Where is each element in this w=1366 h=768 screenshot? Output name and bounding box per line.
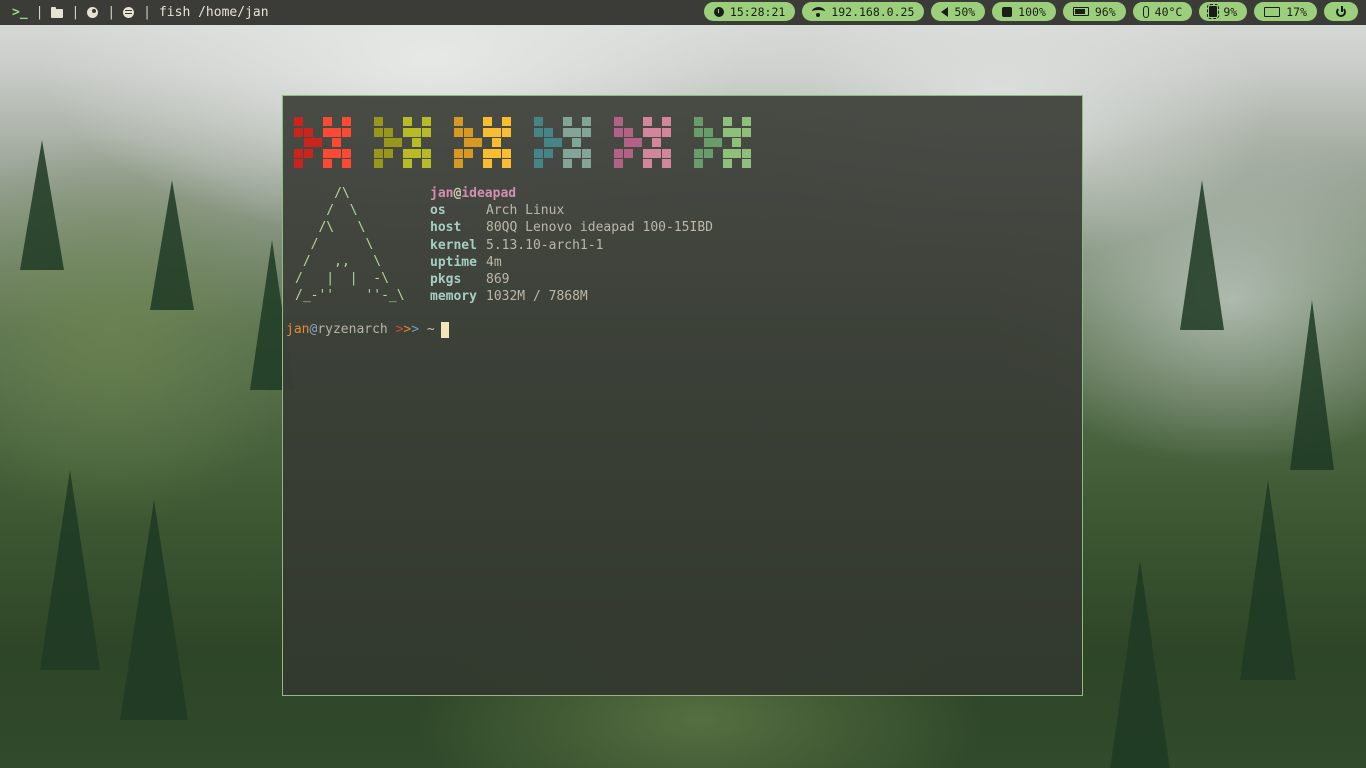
fetch-row: uptime 4m — [430, 254, 713, 271]
power-icon — [1336, 5, 1346, 17]
ip-text: 192.168.0.25 — [831, 4, 915, 19]
fetch-value: 869 — [486, 272, 510, 288]
fetch-key: uptime — [430, 254, 477, 270]
wallpaper-tree — [1180, 180, 1224, 330]
cpu-text: 100% — [1018, 4, 1046, 19]
clock-text: 15:28:21 — [729, 4, 786, 19]
prompt-cwd: ~ — [426, 322, 435, 337]
separator: | — [71, 5, 80, 20]
fetch-value: Arch Linux — [486, 203, 565, 219]
memory-text: 17% — [1286, 4, 1307, 19]
prompt-host: ryzenarch — [317, 322, 388, 337]
wallpaper-tree — [1290, 300, 1334, 470]
palette-block — [374, 117, 432, 169]
fetch-host: ideapad — [461, 186, 517, 201]
fetch-info: jan@ideapad os Arch Linux host 80QQ Lenovo… — [430, 185, 713, 305]
cpu-usage-text: 9% — [1223, 4, 1238, 19]
battery-text: 96% — [1094, 4, 1116, 19]
fetch-key: host — [430, 220, 462, 236]
network-module[interactable]: 192.168.0.25 — [802, 2, 925, 21]
fetch-row: kernel 5.13.10-arch1-1 — [430, 237, 713, 254]
shell-prompt[interactable]: jan @ ryzenarch > > > ~ — [286, 321, 449, 338]
temperature-text: 40°C — [1154, 4, 1183, 19]
memory-module[interactable]: 17% — [1254, 2, 1317, 21]
wallpaper-tree — [40, 470, 100, 670]
fetch-key: os — [430, 203, 446, 219]
clock-module[interactable]: 15:28:21 — [703, 2, 796, 21]
volume-text: 50% — [954, 4, 976, 19]
terminal-icon[interactable]: >_ — [12, 5, 28, 20]
fetch-key: memory — [430, 289, 477, 305]
status-modules: 15:28:21 192.168.0.25 50% 100% 96% 40°C … — [703, 2, 1358, 23]
fetch-value: 5.13.10-arch1-1 — [486, 237, 604, 253]
prompt-arrow: > — [395, 322, 404, 337]
fetch-key: kernel — [430, 237, 477, 253]
volume-module[interactable]: 50% — [931, 2, 986, 21]
fetch-user-host: jan@ideapad — [430, 185, 713, 202]
palette-block — [534, 117, 592, 169]
separator: | — [35, 5, 44, 20]
prompt-at: @ — [309, 322, 318, 337]
fetch-user: jan — [430, 186, 454, 201]
prompt-user: jan — [286, 322, 310, 337]
folder-icon[interactable] — [51, 6, 64, 19]
wifi-icon — [812, 7, 826, 17]
temperature-module[interactable]: 40°C — [1132, 2, 1193, 21]
wallpaper-tree — [150, 180, 194, 310]
wallpaper-tree — [20, 140, 64, 270]
palette-block — [294, 117, 352, 169]
spotify-icon[interactable] — [123, 6, 135, 19]
window-title: fish /home/jan — [158, 5, 269, 20]
fetch-row: host 80QQ Lenovo ideapad 100-15IBD — [430, 219, 713, 236]
wallpaper-tree — [120, 500, 188, 720]
top-bar: >_ | | | | fish /home/jan 15:28:21 192.1… — [0, 0, 1366, 25]
memory-icon — [1264, 6, 1281, 17]
volume-icon — [941, 6, 949, 17]
arch-logo-ascii: /\ / \ /\ \ / \ / ,, \ / | | -\ /_-'' ''… — [295, 186, 405, 303]
fetch-row: pkgs 869 — [430, 271, 713, 288]
power-button[interactable] — [1324, 2, 1358, 21]
chip-icon — [1207, 4, 1220, 19]
separator: | — [107, 5, 116, 20]
battery-icon — [1072, 7, 1089, 16]
prompt-arrow: > — [403, 322, 412, 337]
palette-block — [454, 117, 512, 169]
wallpaper-tree — [1110, 560, 1170, 768]
palette-block — [694, 117, 752, 169]
thermometer-icon — [1142, 5, 1149, 18]
fetch-value: 4m — [486, 254, 502, 270]
gear-icon — [1002, 6, 1013, 17]
workspace-bar: >_ | | | | fish /home/jan — [12, 0, 269, 25]
battery-module[interactable]: 96% — [1062, 2, 1126, 21]
color-palette — [294, 117, 752, 169]
fetch-row: memory 1032M / 7868M — [430, 288, 713, 305]
prompt-arrow: > — [411, 322, 420, 337]
cpu-usage-module[interactable]: 9% — [1199, 2, 1248, 21]
clock-icon — [713, 6, 724, 17]
separator: | — [143, 5, 151, 20]
fetch-key: pkgs — [430, 272, 462, 288]
terminal-window[interactable]: /\ / \ /\ \ / \ / ,, \ / | | -\ /_-'' ''… — [282, 95, 1083, 696]
fetch-value: 1032M / 7868M — [486, 289, 588, 305]
fetch-value: 80QQ Lenovo ideapad 100-15IBD — [486, 220, 713, 236]
pie-icon[interactable] — [87, 6, 99, 19]
cpu-module[interactable]: 100% — [992, 2, 1056, 21]
text-cursor — [440, 321, 449, 338]
fetch-row: os Arch Linux — [430, 202, 713, 219]
palette-block — [614, 117, 672, 169]
wallpaper-tree — [1240, 480, 1296, 680]
